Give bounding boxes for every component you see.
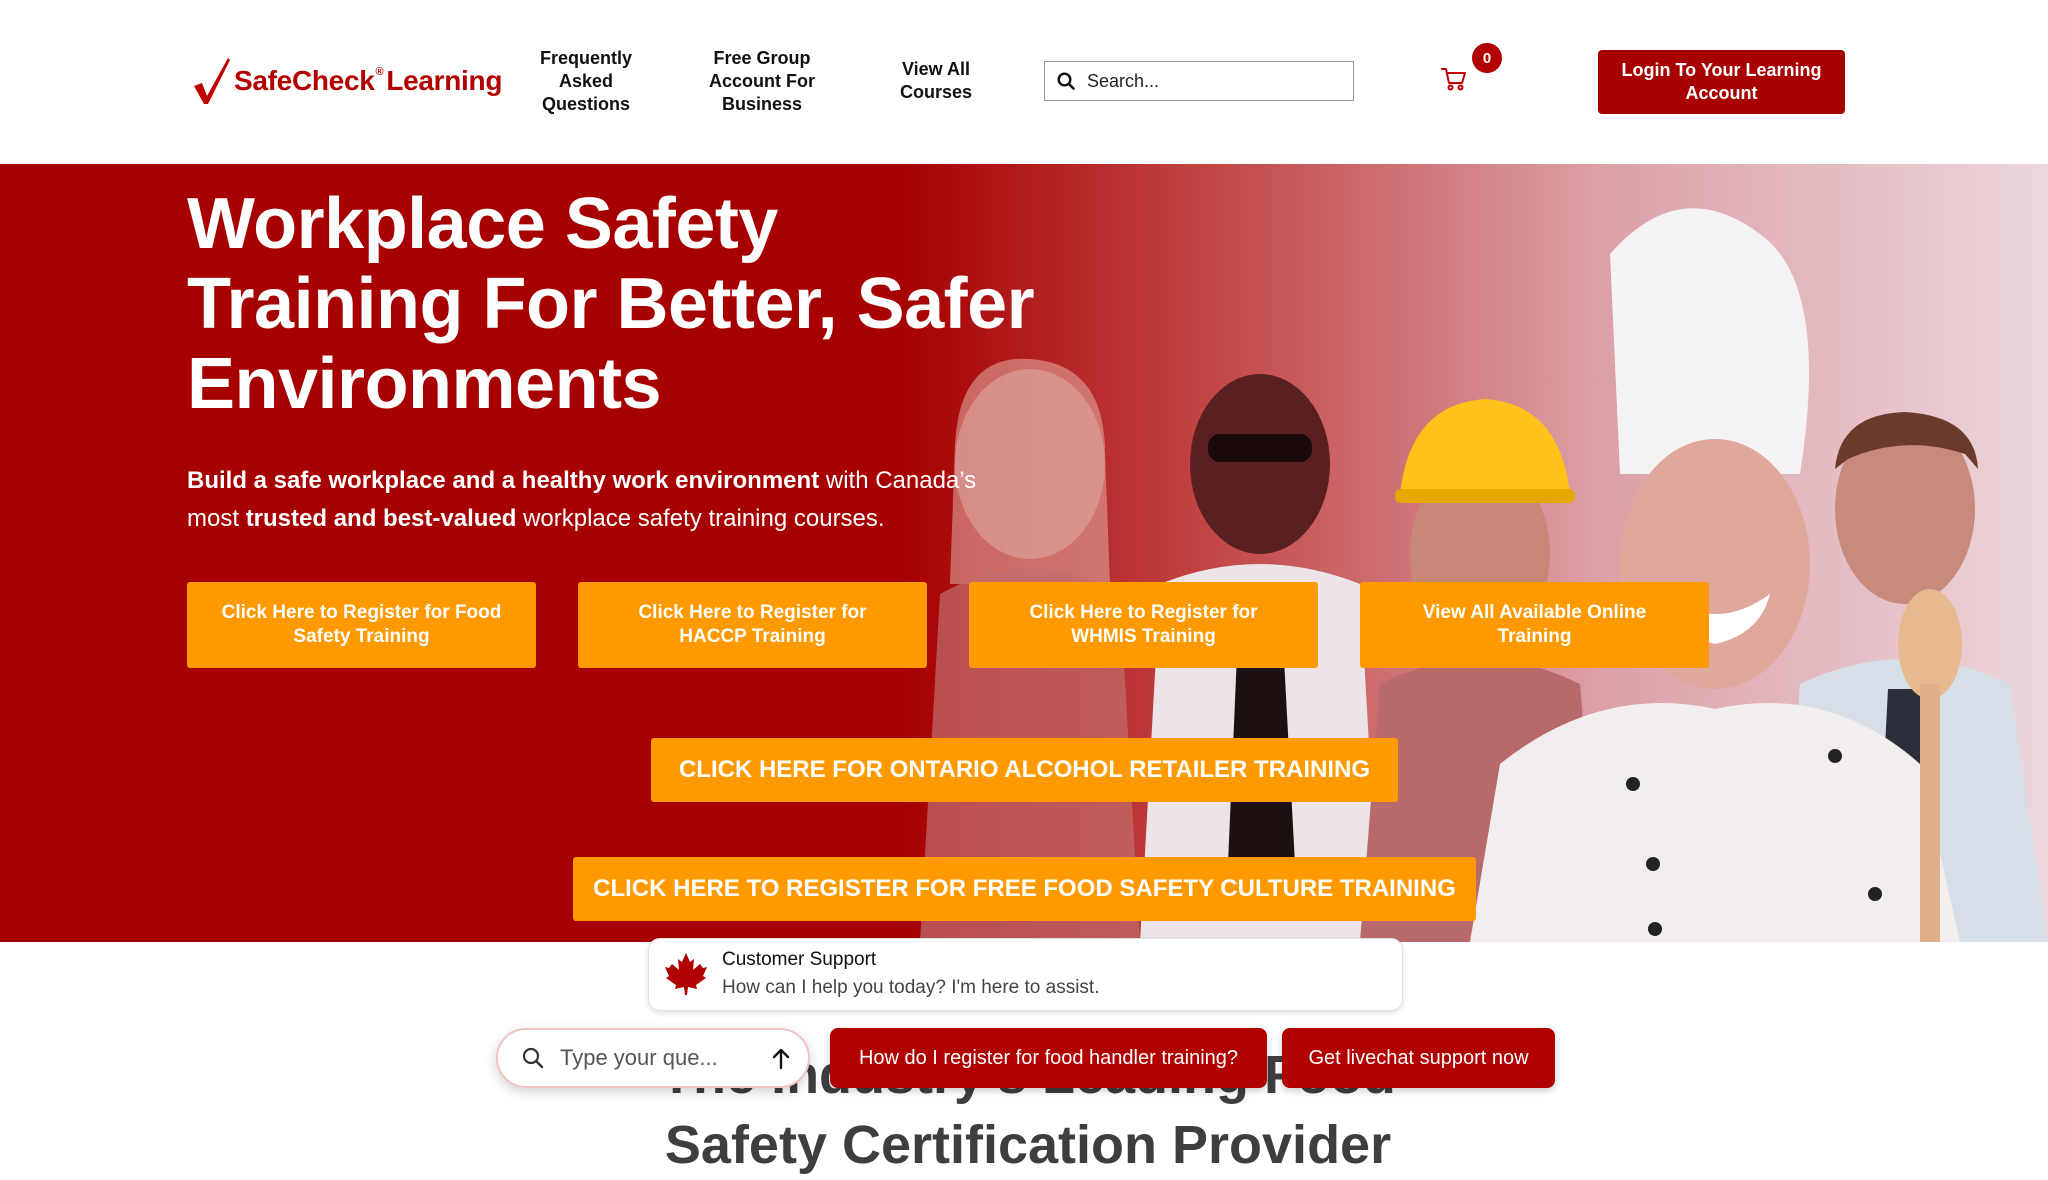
login-button[interactable]: Login To Your Learning Account bbox=[1598, 50, 1845, 114]
hero-subtitle: Build a safe workplace and a healthy wor… bbox=[187, 462, 1007, 538]
food-safety-culture-button[interactable]: CLICK HERE TO REGISTER FOR FREE FOOD SAF… bbox=[573, 857, 1476, 921]
arrow-up-icon bbox=[772, 1048, 790, 1070]
register-food-safety-button[interactable]: Click Here to Register for Food Safety T… bbox=[187, 582, 536, 668]
suggestion-chip-food-handler[interactable]: How do I register for food handler train… bbox=[830, 1028, 1267, 1088]
ontario-alcohol-training-button[interactable]: CLICK HERE FOR ONTARIO ALCOHOL RETAILER … bbox=[651, 738, 1398, 802]
nav-faq-link[interactable]: Frequently Asked Questions bbox=[536, 47, 636, 116]
chat-message: How can I help you today? I'm here to as… bbox=[722, 977, 1100, 998]
chat-greeting-card[interactable]: Customer Support How can I help you toda… bbox=[648, 938, 1403, 1011]
cart-icon[interactable] bbox=[1441, 66, 1467, 92]
suggestion-chip-livechat[interactable]: Get livechat support now bbox=[1282, 1028, 1555, 1088]
hero-sub-text-2: workplace safety training courses. bbox=[516, 505, 885, 532]
logo-text-learning: Learning bbox=[386, 65, 503, 96]
search-icon bbox=[1057, 72, 1075, 90]
chat-input-bar[interactable] bbox=[496, 1028, 810, 1088]
nav-group-account-link[interactable]: Free Group Account For Business bbox=[702, 47, 822, 116]
maple-leaf-icon bbox=[665, 953, 707, 995]
view-all-training-button[interactable]: View All Available Online Training bbox=[1360, 582, 1709, 668]
logo-text-safecheck: SafeCheck bbox=[234, 65, 375, 96]
safecheck-logo[interactable]: SafeCheck ® Learning bbox=[192, 56, 502, 106]
register-whmis-button[interactable]: Click Here to Register for WHMIS Trainin… bbox=[969, 582, 1318, 668]
search-icon bbox=[522, 1047, 544, 1069]
nav-view-courses-link[interactable]: View All Courses bbox=[886, 58, 986, 104]
hero-title: Workplace Safety Training For Better, Sa… bbox=[187, 184, 1035, 424]
hero-sub-bold-1: Build a safe workplace and a healthy wor… bbox=[187, 467, 820, 494]
search-field[interactable] bbox=[1044, 61, 1354, 101]
chat-question-input[interactable] bbox=[558, 1044, 732, 1072]
logo-registered-mark: ® bbox=[375, 66, 384, 78]
hero-sub-bold-2: trusted and best-valued bbox=[245, 505, 517, 532]
search-input[interactable] bbox=[1085, 69, 1339, 93]
cart-count-badge: 0 bbox=[1472, 43, 1502, 73]
register-haccp-button[interactable]: Click Here to Register for HACCP Trainin… bbox=[578, 582, 927, 668]
chat-title: Customer Support bbox=[722, 949, 877, 970]
hero-section: Workplace Safety Training For Better, Sa… bbox=[0, 164, 2048, 942]
site-header: SafeCheck ® Learning Frequently Asked Qu… bbox=[0, 0, 2048, 164]
send-button[interactable] bbox=[762, 1040, 800, 1078]
checkmark-logo-icon bbox=[194, 58, 230, 104]
